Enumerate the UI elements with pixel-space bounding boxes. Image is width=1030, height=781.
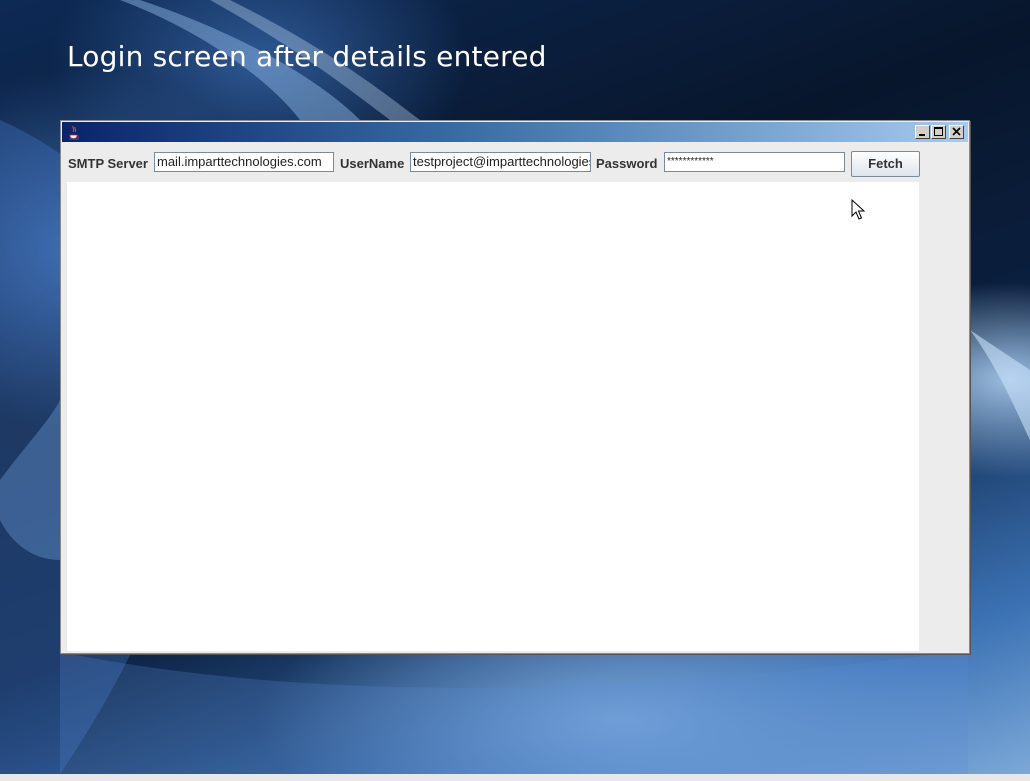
- slide-title: Login screen after details entered: [67, 40, 547, 73]
- smtp-server-input[interactable]: mail.imparttechnologies.com: [154, 152, 334, 172]
- mouse-cursor-icon: [851, 198, 867, 225]
- close-button[interactable]: [949, 125, 964, 139]
- password-label: Password: [596, 156, 658, 171]
- fetch-button[interactable]: Fetch: [851, 151, 920, 177]
- java-coffee-icon: [66, 124, 82, 140]
- close-icon: [952, 127, 961, 136]
- maximize-button[interactable]: [931, 125, 946, 139]
- username-label: UserName: [340, 156, 405, 171]
- results-area[interactable]: [67, 182, 919, 651]
- login-window: SMTP Server mail.imparttechnologies.com …: [60, 120, 970, 654]
- bottom-strip: [0, 774, 1030, 781]
- maximize-icon: [934, 127, 943, 136]
- username-input[interactable]: testproject@imparttechnologies: [410, 152, 591, 172]
- minimize-button[interactable]: [915, 125, 930, 139]
- smtp-server-label: SMTP Server: [68, 156, 148, 171]
- password-input[interactable]: ************: [664, 152, 845, 172]
- minimize-icon: [919, 134, 925, 136]
- login-form: SMTP Server mail.imparttechnologies.com …: [61, 151, 969, 177]
- window-titlebar[interactable]: [62, 122, 968, 142]
